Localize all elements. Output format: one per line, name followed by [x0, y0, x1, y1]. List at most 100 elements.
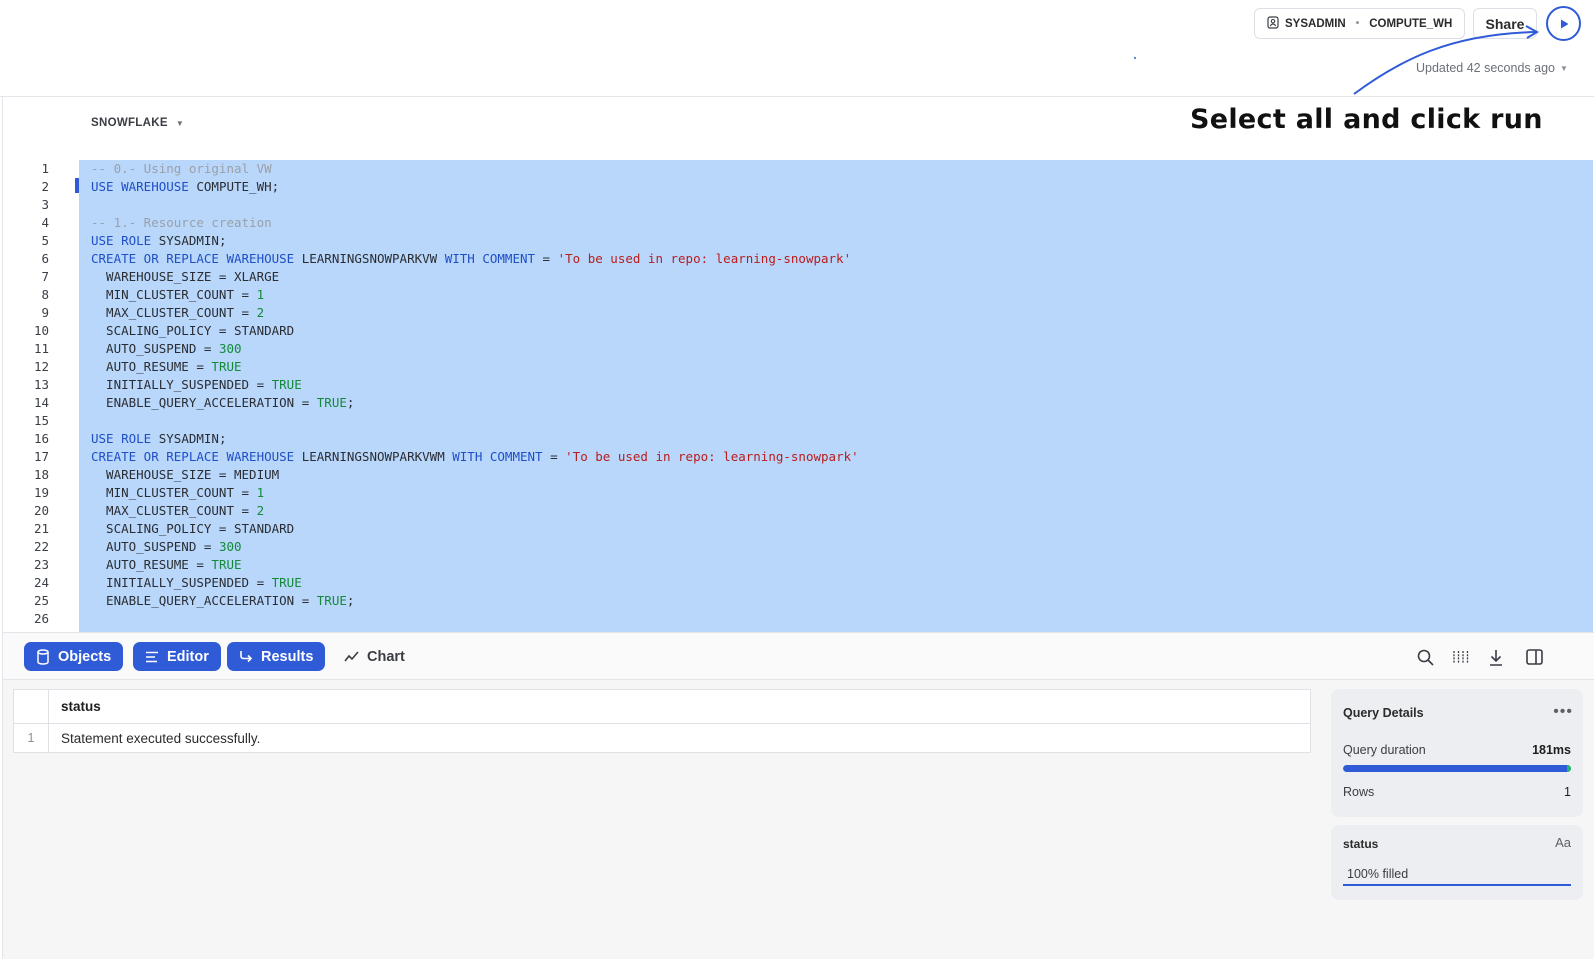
code-token: INITIALLY_SUSPENDED = [91, 377, 272, 392]
line-number: 2 [41, 179, 49, 194]
code-line[interactable]: AUTO_RESUME = TRUE [79, 556, 1593, 574]
code-line[interactable]: MIN_CLUSTER_COUNT = 1 [79, 286, 1593, 304]
code-token: TRUE [211, 557, 242, 572]
code-line[interactable]: CREATE OR REPLACE WAREHOUSE LEARNINGSNOW… [79, 250, 1593, 268]
code-line[interactable]: SCALING_POLICY = STANDARD [79, 322, 1593, 340]
code-token: AUTO_SUSPEND = [91, 539, 219, 554]
code-line[interactable]: AUTO_SUSPEND = 300 [79, 538, 1593, 556]
tab-editor[interactable]: Editor [133, 642, 221, 671]
sql-editor[interactable]: SNOWFLAKE ▼ 1 2 3 4 5 6 7 8 9 10 11 12 13 14 15 16 17 18 1… [2, 97, 1594, 632]
tab-objects-label: Objects [58, 648, 112, 665]
line-number-gutter: 1 2 3 4 5 6 7 8 9 10 11 12 13 14 15 16 17 18 19 20 21 22 23 24 2… [3, 160, 79, 628]
chevron-down-icon: ▼ [175, 118, 185, 128]
code-line[interactable]: INITIALLY_SUSPENDED = TRUE [79, 574, 1593, 592]
columns-icon[interactable] [1450, 647, 1470, 667]
code-token: LEARNINGSNOWPARKVW [294, 251, 445, 266]
code-line[interactable] [79, 412, 1593, 430]
code-line[interactable]: USE ROLE SYSADMIN; [79, 430, 1593, 448]
code-token: USE ROLE [91, 431, 152, 446]
code-line[interactable]: SCALING_POLICY = STANDARD [79, 520, 1593, 538]
code-token: USE ROLE [91, 233, 152, 248]
code-line[interactable] [79, 610, 1593, 628]
line-number: 18 [33, 467, 49, 482]
download-icon[interactable] [1486, 647, 1506, 667]
code-line[interactable]: AUTO_SUSPEND = 300 [79, 340, 1593, 358]
line-number: 1 [41, 161, 49, 176]
code-line[interactable]: MIN_CLUSTER_COUNT = 1 [79, 484, 1593, 502]
line-number: 22 [33, 539, 49, 554]
tab-results-label: Results [261, 648, 314, 665]
search-icon[interactable] [1415, 647, 1435, 667]
code-token: USE WAREHOUSE [91, 179, 189, 194]
table-cell-status[interactable]: Statement executed successfully. [48, 723, 1311, 753]
code-token: 1 [256, 287, 265, 302]
code-line[interactable]: CREATE OR REPLACE WAREHOUSE LEARNINGSNOW… [79, 448, 1593, 466]
code-token: MIN_CLUSTER_COUNT = [91, 287, 257, 302]
tab-chart[interactable]: Chart [332, 642, 417, 671]
code-token: LEARNINGSNOWPARKVWM [294, 449, 453, 464]
split-panel-icon[interactable] [1524, 647, 1544, 667]
tab-chart-label: Chart [367, 648, 405, 665]
line-number: 21 [33, 521, 49, 536]
code-line[interactable]: ENABLE_QUERY_ACCELERATION = TRUE; [79, 394, 1593, 412]
line-number: 23 [33, 557, 49, 572]
line-number: 8 [41, 287, 49, 302]
column-status-card[interactable]: status Aa 100% filled [1331, 825, 1583, 900]
results-table: status 1 Statement executed successfully… [13, 689, 1311, 753]
query-details-card: Query Details ••• Query duration 181ms R… [1331, 689, 1583, 817]
return-arrow-icon [240, 651, 253, 663]
code-token: 1 [256, 485, 265, 500]
line-number: 20 [33, 503, 49, 518]
code-line[interactable]: USE ROLE SYSADMIN; [79, 232, 1593, 250]
line-number: 7 [41, 269, 49, 284]
code-token: TRUE [316, 593, 347, 608]
code-line[interactable] [79, 196, 1593, 214]
code-line[interactable]: WAREHOUSE_SIZE = XLARGE [79, 268, 1593, 286]
tab-results[interactable]: Results [227, 642, 326, 671]
line-number: 6 [41, 251, 49, 266]
role-icon [1267, 15, 1279, 32]
code-line[interactable]: MAX_CLUSTER_COUNT = 2 [79, 304, 1593, 322]
code-line[interactable]: WAREHOUSE_SIZE = MEDIUM [79, 466, 1593, 484]
code-line[interactable]: -- 1.- Resource creation [79, 214, 1593, 232]
line-number: 14 [33, 395, 49, 410]
role-name: SYSADMIN [1285, 17, 1346, 30]
code-token: COMPUTE_WH; [188, 179, 280, 194]
code-line[interactable]: MAX_CLUSTER_COUNT = 2 [79, 502, 1593, 520]
code-line[interactable]: -- 0.- Using original VW [79, 160, 1593, 178]
code-token: SYSADMIN; [151, 431, 227, 446]
line-number: 10 [33, 323, 49, 338]
code-line[interactable]: ENABLE_QUERY_ACCELERATION = TRUE; [79, 592, 1593, 610]
code-line[interactable]: INITIALLY_SUSPENDED = TRUE [79, 376, 1593, 394]
code-token: AUTO_RESUME = [91, 557, 212, 572]
line-number: 11 [33, 341, 49, 356]
table-header-row: status [13, 689, 1311, 724]
annotation-arrow [1353, 25, 1540, 95]
code-token: 'To be used in repo: learning-snowpark' [557, 251, 852, 266]
more-options-icon[interactable]: ••• [1553, 703, 1573, 721]
annotation-text: Select all and click run [1190, 104, 1543, 135]
lines-icon [146, 651, 158, 662]
code-line[interactable]: USE WAREHOUSE COMPUTE_WH; [79, 178, 1593, 196]
code-token: MIN_CLUSTER_COUNT = [91, 485, 257, 500]
code-token: SCALING_POLICY = STANDARD [91, 521, 295, 536]
stray-dot [1134, 57, 1136, 59]
tab-objects[interactable]: Objects [24, 642, 124, 671]
line-number: 5 [41, 233, 49, 248]
code-token: WAREHOUSE_SIZE = MEDIUM [91, 467, 280, 482]
code-token: TRUE [211, 359, 242, 374]
code-line[interactable]: AUTO_RESUME = TRUE [79, 358, 1593, 376]
code-selection-area[interactable]: -- 0.- Using original VW USE WAREHOUSE CO… [79, 160, 1593, 632]
column-header-status[interactable]: status [48, 689, 1311, 724]
line-number: 3 [41, 197, 49, 212]
database-icon [37, 648, 49, 665]
line-number: 16 [33, 431, 49, 446]
line-number: 26 [33, 611, 49, 626]
code-token: -- 0.- Using original VW [91, 161, 272, 176]
table-row[interactable]: 1 Statement executed successfully. [13, 723, 1311, 753]
bottom-tabs-bar: Objects Editor Results Chart [2, 632, 1594, 680]
code-token: MAX_CLUSTER_COUNT = [91, 503, 257, 518]
database-selector[interactable]: SNOWFLAKE ▼ [91, 117, 184, 129]
text-cursor [75, 178, 79, 193]
code-token: 2 [256, 305, 265, 320]
